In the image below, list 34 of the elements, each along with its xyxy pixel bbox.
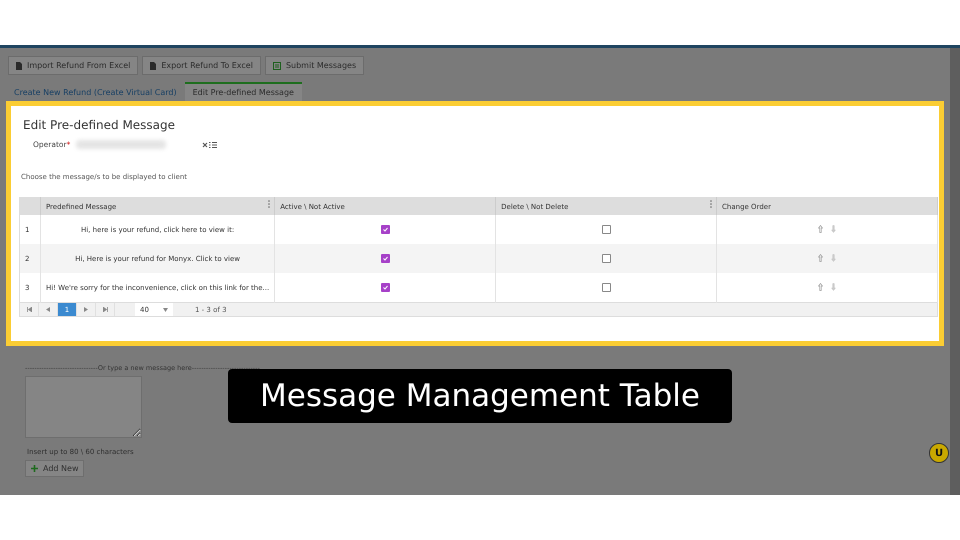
caption-banner: Message Management Table [228,369,732,423]
next-page-icon[interactable] [84,307,88,312]
first-page-icon[interactable] [26,307,32,312]
active-checkbox[interactable] [380,283,390,292]
delete-checkbox[interactable] [602,225,611,234]
file-icon [16,62,22,70]
move-up-icon[interactable] [818,254,823,262]
file-icon [150,62,156,70]
tab[interactable]: Create New Refund (Create Virtual Card) [6,84,185,101]
plus-icon [31,465,38,472]
clear-icon[interactable] [202,142,208,148]
active-checkbox[interactable] [380,225,390,234]
caret-icon [163,308,168,312]
move-down-icon[interactable] [831,224,836,232]
toolbar-button[interactable]: Submit Messages [264,56,364,75]
toolbar-button[interactable]: Import Refund From Excel [8,56,138,75]
message-input-field[interactable] [25,376,142,438]
move-up-icon[interactable] [818,282,823,290]
active-checkbox[interactable] [380,254,390,263]
delete-checkbox[interactable] [602,254,611,263]
last-page-icon[interactable] [102,307,108,312]
previous-page-icon[interactable] [46,307,50,312]
column-menu-icon[interactable] [268,200,270,208]
list-icon[interactable] [209,142,218,148]
move-down-icon[interactable] [831,254,836,262]
move-down-icon[interactable] [831,282,836,290]
tab[interactable]: Edit Pre-defined Message [184,82,302,101]
add-new-button[interactable]: Add New [25,460,84,477]
toolbar-button[interactable]: Export Refund To Excel [142,56,261,75]
column-menu-icon[interactable] [710,200,712,208]
delete-checkbox[interactable] [602,283,611,292]
panel-title: Edit Pre-defined Message [23,118,176,132]
move-up-icon[interactable] [818,224,823,232]
spreadsheet-icon [272,62,281,70]
